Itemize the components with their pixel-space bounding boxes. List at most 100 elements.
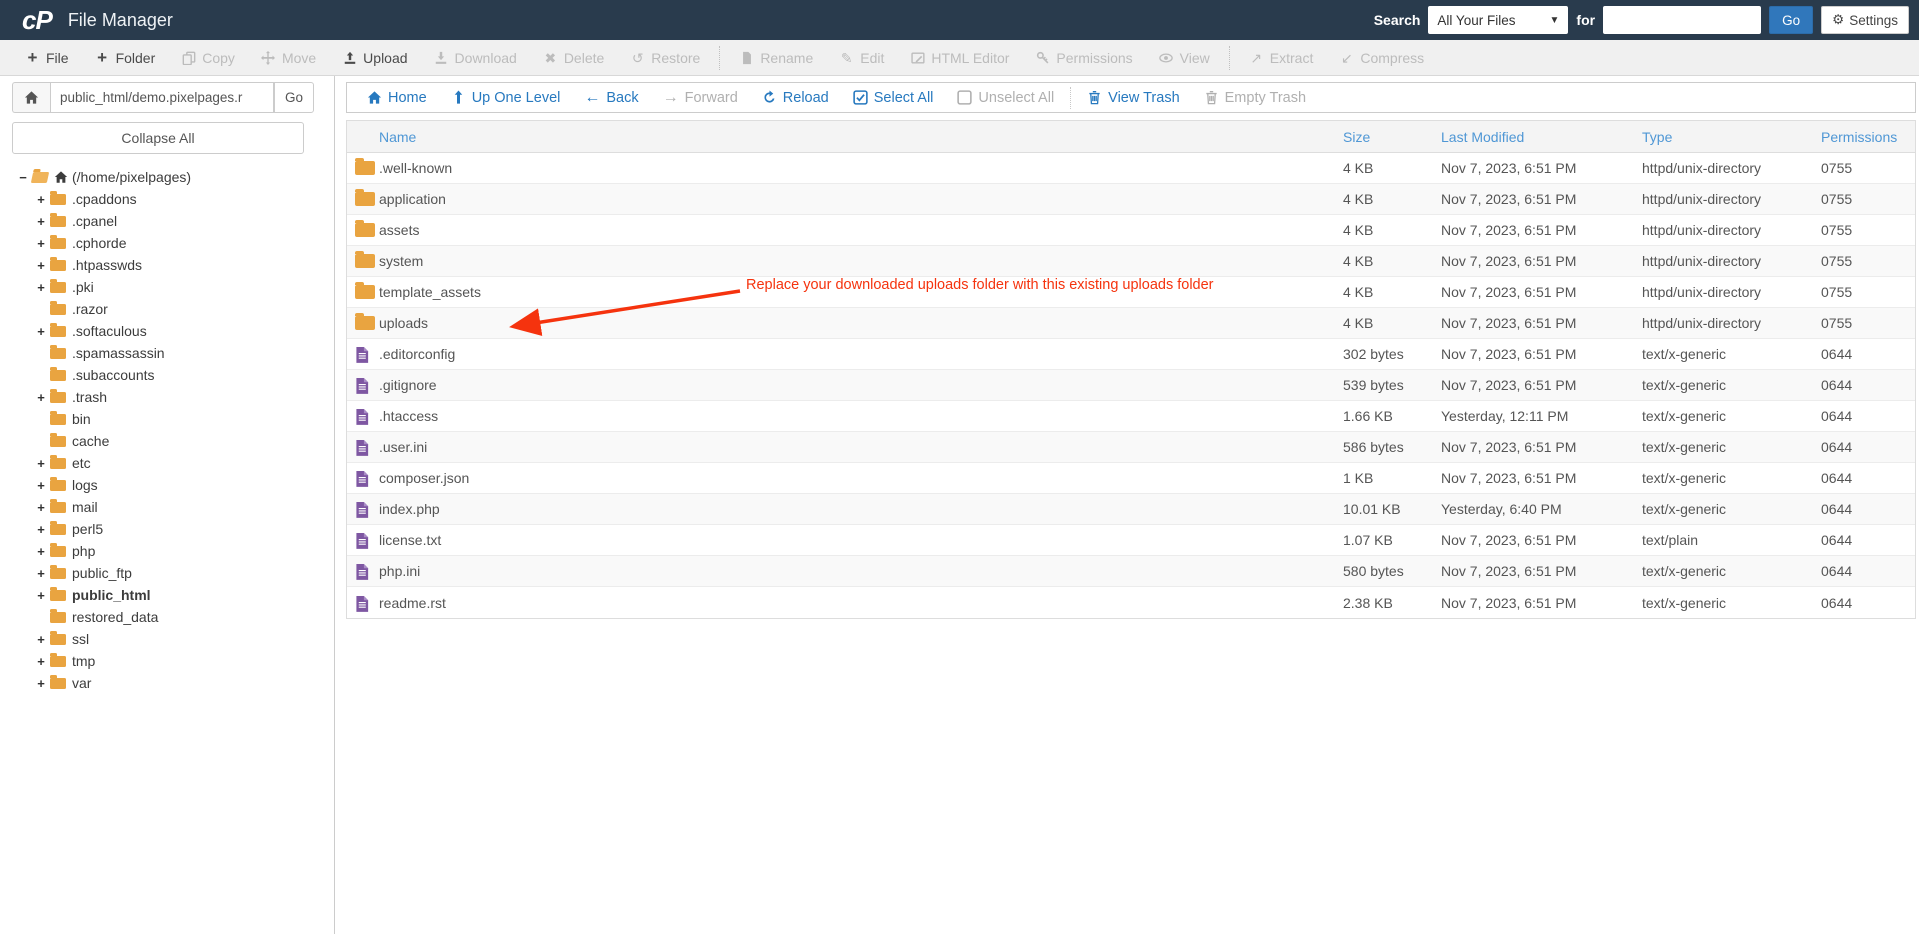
table-row[interactable]: .user.ini 586 bytes Nov 7, 2023, 6:51 PM te… bbox=[347, 432, 1915, 463]
table-row[interactable]: assets 4 KB Nov 7, 2023, 6:51 PM httpd/unix… bbox=[347, 215, 1915, 246]
file-name[interactable]: assets bbox=[379, 222, 1343, 238]
table-row[interactable]: readme.rst 2.38 KB Nov 7, 2023, 6:51 PM tex… bbox=[347, 587, 1915, 618]
file-name[interactable]: .gitignore bbox=[379, 377, 1343, 393]
collapse-minus-icon[interactable]: − bbox=[16, 170, 30, 185]
toolbar-upload-button[interactable]: Upload bbox=[329, 40, 420, 76]
tree-item-label[interactable]: .cpanel bbox=[72, 213, 117, 229]
tree-item-.trash[interactable]: + .trash bbox=[34, 386, 330, 408]
tree-item-label[interactable]: .subaccounts bbox=[72, 367, 155, 383]
path-home-button[interactable] bbox=[12, 82, 50, 113]
file-name[interactable]: .htaccess bbox=[379, 408, 1343, 424]
expand-plus-icon[interactable]: + bbox=[34, 566, 48, 581]
search-go-button[interactable]: Go bbox=[1769, 6, 1814, 34]
file-name[interactable]: .well-known bbox=[379, 160, 1343, 176]
tree-item-restored_data[interactable]: restored_data bbox=[34, 606, 330, 628]
expand-plus-icon[interactable]: + bbox=[34, 544, 48, 559]
file-name[interactable]: php.ini bbox=[379, 563, 1343, 579]
tree-item-etc[interactable]: + etc bbox=[34, 452, 330, 474]
expand-plus-icon[interactable]: + bbox=[34, 522, 48, 537]
tree-item-bin[interactable]: bin bbox=[34, 408, 330, 430]
tree-item-ssl[interactable]: + ssl bbox=[34, 628, 330, 650]
file-name[interactable]: system bbox=[379, 253, 1343, 269]
tree-item-tmp[interactable]: + tmp bbox=[34, 650, 330, 672]
expand-plus-icon[interactable]: + bbox=[34, 500, 48, 515]
file-name[interactable]: composer.json bbox=[379, 470, 1343, 486]
tree-item-mail[interactable]: + mail bbox=[34, 496, 330, 518]
file-name[interactable]: application bbox=[379, 191, 1343, 207]
tree-item-label[interactable]: restored_data bbox=[72, 609, 158, 625]
tree-item-logs[interactable]: + logs bbox=[34, 474, 330, 496]
expand-plus-icon[interactable]: + bbox=[34, 676, 48, 691]
nav-view-trash-button[interactable]: View Trash bbox=[1075, 90, 1191, 106]
table-row[interactable]: .htaccess 1.66 KB Yesterday, 12:11 PM text/… bbox=[347, 401, 1915, 432]
table-row[interactable]: index.php 10.01 KB Yesterday, 6:40 PM text/… bbox=[347, 494, 1915, 525]
collapse-all-button[interactable]: Collapse All bbox=[12, 122, 304, 154]
table-row[interactable]: .editorconfig 302 bytes Nov 7, 2023, 6:51 … bbox=[347, 339, 1915, 370]
tree-item-label[interactable]: etc bbox=[72, 455, 91, 471]
tree-item-label[interactable]: mail bbox=[72, 499, 98, 515]
toolbar-folder-button[interactable]: + Folder bbox=[82, 40, 169, 76]
tree-item-label[interactable]: logs bbox=[72, 477, 98, 493]
column-header-type[interactable]: Type bbox=[1642, 129, 1821, 145]
table-row[interactable]: uploads 4 KB Nov 7, 2023, 6:51 PM httpd/uni… bbox=[347, 308, 1915, 339]
tree-item-label[interactable]: .cphorde bbox=[72, 235, 126, 251]
tree-item-.subaccounts[interactable]: .subaccounts bbox=[34, 364, 330, 386]
tree-item-label[interactable]: .trash bbox=[72, 389, 107, 405]
table-row[interactable]: system 4 KB Nov 7, 2023, 6:51 PM httpd/unix… bbox=[347, 246, 1915, 277]
tree-item-var[interactable]: + var bbox=[34, 672, 330, 694]
tree-item-.razor[interactable]: .razor bbox=[34, 298, 330, 320]
tree-item-label[interactable]: (/home/pixelpages) bbox=[72, 169, 191, 185]
expand-plus-icon[interactable]: + bbox=[34, 324, 48, 339]
tree-item-label[interactable]: .cpaddons bbox=[72, 191, 137, 207]
tree-item-homepixelpages[interactable]: − (/home/pixelpages) bbox=[16, 166, 330, 188]
tree-item-label[interactable]: cache bbox=[72, 433, 109, 449]
file-name[interactable]: readme.rst bbox=[379, 595, 1343, 611]
table-row[interactable]: .gitignore 539 bytes Nov 7, 2023, 6:51 PM t… bbox=[347, 370, 1915, 401]
file-name[interactable]: .user.ini bbox=[379, 439, 1343, 455]
tree-item-label[interactable]: .softaculous bbox=[72, 323, 147, 339]
expand-plus-icon[interactable]: + bbox=[34, 280, 48, 295]
nav-home-button[interactable]: Home bbox=[355, 90, 439, 106]
tree-item-perl5[interactable]: + perl5 bbox=[34, 518, 330, 540]
tree-item-label[interactable]: public_ftp bbox=[72, 565, 132, 581]
settings-button[interactable]: ⚙ Settings bbox=[1821, 6, 1909, 34]
tree-item-label[interactable]: php bbox=[72, 543, 95, 559]
tree-item-label[interactable]: .pki bbox=[72, 279, 94, 295]
expand-plus-icon[interactable]: + bbox=[34, 654, 48, 669]
file-name[interactable]: index.php bbox=[379, 501, 1343, 517]
tree-item-.cphorde[interactable]: + .cphorde bbox=[34, 232, 330, 254]
nav-back-button[interactable]: ← Back bbox=[572, 89, 650, 106]
expand-plus-icon[interactable]: + bbox=[34, 456, 48, 471]
tree-item-label[interactable]: tmp bbox=[72, 653, 95, 669]
search-input[interactable] bbox=[1603, 6, 1762, 34]
expand-plus-icon[interactable]: + bbox=[34, 588, 48, 603]
tree-item-label[interactable]: bin bbox=[72, 411, 91, 427]
nav-up-one-level-button[interactable]: Up One Level bbox=[439, 90, 573, 106]
column-header-last-modified[interactable]: Last Modified bbox=[1441, 129, 1642, 145]
expand-plus-icon[interactable]: + bbox=[34, 214, 48, 229]
tree-item-.pki[interactable]: + .pki bbox=[34, 276, 330, 298]
table-row[interactable]: .well-known 4 KB Nov 7, 2023, 6:51 PM httpd… bbox=[347, 153, 1915, 184]
tree-item-label[interactable]: .htpasswds bbox=[72, 257, 142, 273]
tree-item-cache[interactable]: cache bbox=[34, 430, 330, 452]
tree-item-public_html[interactable]: + public_html bbox=[34, 584, 330, 606]
toolbar-file-button[interactable]: + File bbox=[12, 40, 82, 76]
path-input[interactable] bbox=[50, 82, 274, 113]
tree-item-php[interactable]: + php bbox=[34, 540, 330, 562]
table-row[interactable]: application 4 KB Nov 7, 2023, 6:51 PM httpd… bbox=[347, 184, 1915, 215]
tree-item-label[interactable]: ssl bbox=[72, 631, 89, 647]
nav-select-all-button[interactable]: Select All bbox=[841, 90, 946, 106]
expand-plus-icon[interactable]: + bbox=[34, 390, 48, 405]
table-row[interactable]: license.txt 1.07 KB Nov 7, 2023, 6:51 PM te… bbox=[347, 525, 1915, 556]
nav-reload-button[interactable]: Reload bbox=[750, 90, 841, 106]
column-header-permissions[interactable]: Permissions bbox=[1821, 129, 1915, 145]
column-header-name[interactable]: Name bbox=[379, 129, 1343, 145]
search-scope-select[interactable]: All Your Files ▼ bbox=[1428, 6, 1569, 34]
tree-item-.htpasswds[interactable]: + .htpasswds bbox=[34, 254, 330, 276]
table-row[interactable]: php.ini 580 bytes Nov 7, 2023, 6:51 PM text… bbox=[347, 556, 1915, 587]
path-go-button[interactable]: Go bbox=[274, 82, 314, 113]
table-row[interactable]: composer.json 1 KB Nov 7, 2023, 6:51 PM tex… bbox=[347, 463, 1915, 494]
column-header-size[interactable]: Size bbox=[1343, 129, 1441, 145]
tree-item-.spamassassin[interactable]: .spamassassin bbox=[34, 342, 330, 364]
tree-item-label[interactable]: .spamassassin bbox=[72, 345, 165, 361]
